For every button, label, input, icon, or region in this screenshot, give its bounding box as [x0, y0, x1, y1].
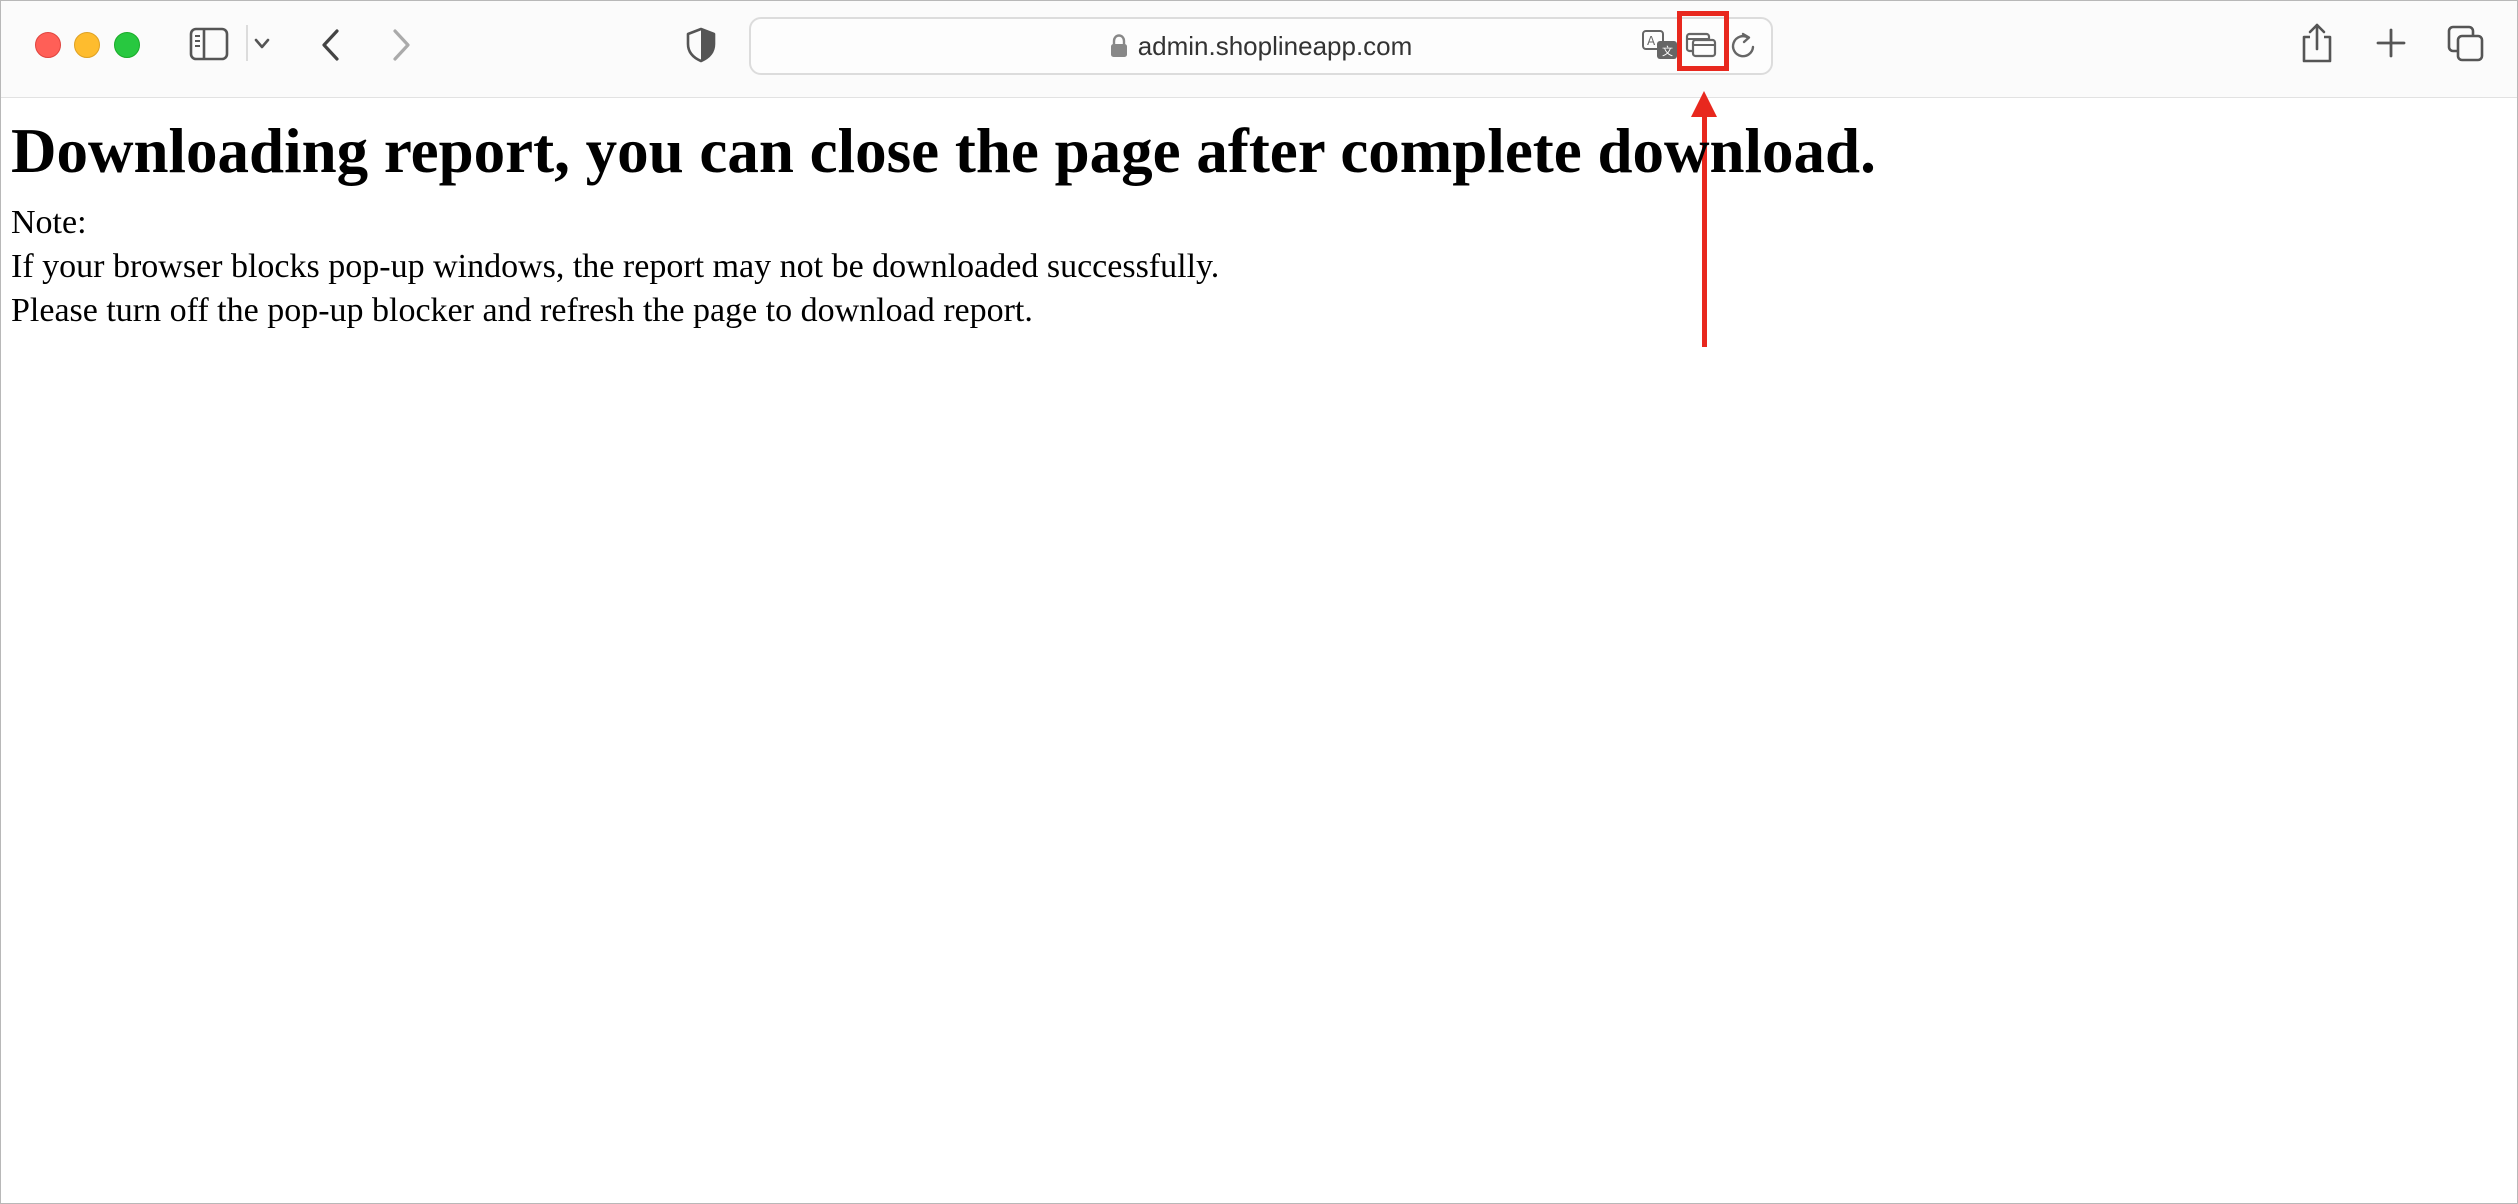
browser-toolbar: admin.shoplineapp.com A 文: [1, 1, 2517, 98]
note-label: Note:: [11, 204, 87, 241]
page-content: Downloading report, you can close the pa…: [11, 109, 2501, 333]
url-display[interactable]: admin.shoplineapp.com: [751, 19, 1771, 73]
shield-icon[interactable]: [685, 27, 717, 63]
minimize-window-button[interactable]: [74, 32, 100, 58]
zoom-window-button[interactable]: [114, 32, 140, 58]
note-line-1: If your browser blocks pop-up windows, t…: [11, 248, 1220, 285]
sidebar-icon[interactable]: [189, 27, 229, 61]
url-text: admin.shoplineapp.com: [1137, 30, 1413, 61]
svg-text:文: 文: [1662, 44, 1673, 58]
translate-icon[interactable]: A 文: [1641, 29, 1679, 61]
svg-text:A: A: [1647, 34, 1656, 48]
tab-overview-icon[interactable]: [2447, 25, 2485, 63]
plus-icon[interactable]: [2375, 27, 2407, 59]
annotation-highlight-box: [1677, 11, 1729, 71]
lock-icon: [1110, 34, 1127, 57]
chevron-down-icon[interactable]: [253, 37, 271, 51]
back-arrow-icon[interactable]: [319, 27, 343, 63]
reload-icon[interactable]: [1729, 31, 1759, 61]
page-heading: Downloading report, you can close the pa…: [11, 116, 1876, 186]
share-icon[interactable]: [2299, 21, 2335, 65]
toolbar-separator: [246, 25, 248, 61]
address-bar[interactable]: admin.shoplineapp.com A 文: [749, 17, 1773, 75]
note-line-2: Please turn off the pop-up blocker and r…: [11, 292, 1033, 329]
forward-arrow-icon[interactable]: [389, 27, 413, 63]
close-window-button[interactable]: [35, 32, 61, 58]
browser-window: admin.shoplineapp.com A 文 Downloading re…: [0, 0, 2518, 1204]
